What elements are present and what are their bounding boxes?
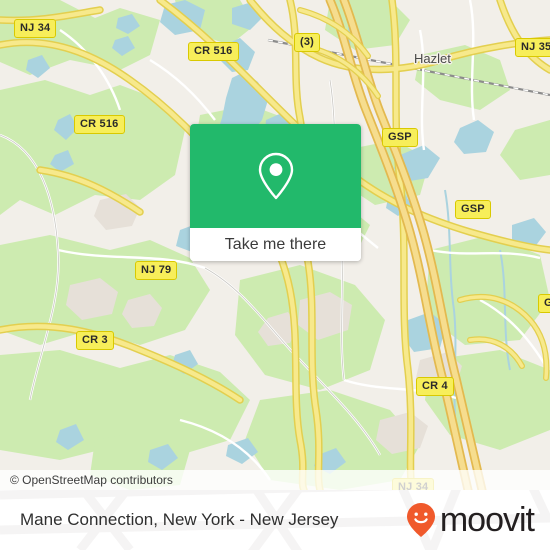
attribution-text: © OpenStreetMap contributors xyxy=(10,473,173,487)
road-shield: CR 516 xyxy=(188,42,239,61)
take-me-there-button[interactable]: Take me there xyxy=(190,228,361,261)
road-shield: G xyxy=(538,294,550,313)
road-shield: NJ 79 xyxy=(135,261,178,280)
road-shield: CR 3 xyxy=(76,331,114,350)
road-shield: NJ 35 xyxy=(515,38,550,57)
road-shield: GSP xyxy=(382,128,418,147)
road-shield: GSP xyxy=(455,200,491,219)
road-shield: (3) xyxy=(294,33,321,52)
location-pin-icon xyxy=(258,152,293,200)
footer-bar: Mane Connection, New York - New Jersey m… xyxy=(0,490,550,550)
page-root: NJ 34 CR 516 (3) NJ 35 CR 516 GSP GSP NJ… xyxy=(0,0,550,550)
take-me-there-label: Take me there xyxy=(224,235,327,253)
card-icon-area xyxy=(190,124,361,228)
location-popup-card[interactable]: Take me there xyxy=(190,124,361,261)
place-label-hazlet: Hazlet xyxy=(414,51,451,66)
road-shield: CR 4 xyxy=(416,377,454,396)
road-shield: NJ 34 xyxy=(14,19,57,38)
map-attribution: © OpenStreetMap contributors xyxy=(0,470,550,490)
road-shield: CR 516 xyxy=(74,115,125,134)
page-title: Mane Connection, New York - New Jersey xyxy=(20,510,339,529)
moovit-wordmark: moovit xyxy=(439,501,535,539)
moovit-logo[interactable]: moovit xyxy=(406,490,535,550)
moovit-smiley-pin-icon xyxy=(406,503,435,537)
